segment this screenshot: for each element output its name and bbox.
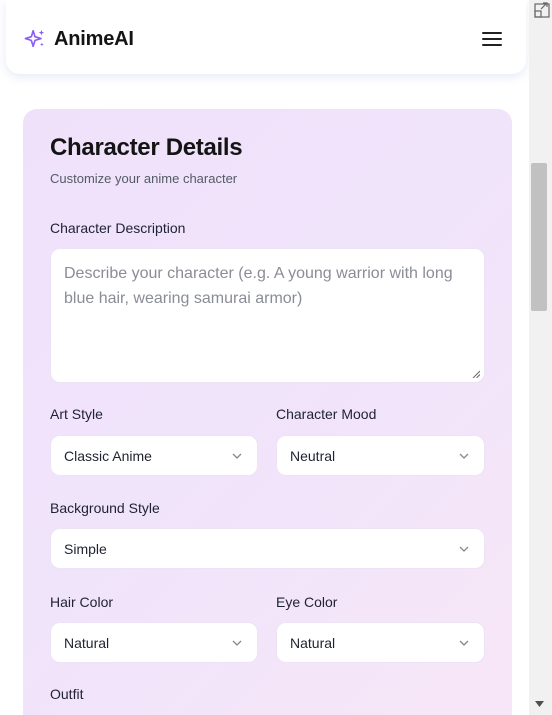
character-mood-select[interactable]: Neutral (276, 435, 485, 476)
eye-color-label: Eye Color (276, 594, 338, 610)
character-description-input[interactable]: Describe your character (e.g. A young wa… (50, 248, 485, 383)
art-style-value: Classic Anime (64, 447, 152, 464)
description-label: Character Description (50, 220, 186, 236)
eye-color-select[interactable]: Natural (276, 622, 485, 663)
expand-icon[interactable] (532, 0, 552, 20)
hair-color-select[interactable]: Natural (50, 622, 258, 663)
top-navbar: AnimeAI (6, 0, 526, 74)
background-style-select[interactable]: Simple (50, 528, 485, 569)
scroll-down-arrow-icon[interactable] (535, 701, 544, 707)
navbar-content: AnimeAI (24, 24, 504, 54)
art-style-select[interactable]: Classic Anime (50, 435, 258, 476)
art-style-label: Art Style (50, 406, 103, 422)
chevron-down-icon (232, 453, 242, 459)
brand-logo[interactable]: AnimeAI (24, 28, 134, 51)
background-style-value: Simple (64, 540, 107, 557)
hair-color-value: Natural (64, 634, 110, 651)
description-placeholder: Describe your character (e.g. A young wa… (64, 265, 453, 307)
brand-name: AnimeAI (54, 27, 134, 50)
page-viewport: AnimeAI Character Details Customize your… (0, 0, 529, 715)
background-style-label: Background Style (50, 500, 160, 516)
chevron-down-icon (459, 546, 469, 552)
character-mood-value: Neutral (290, 447, 336, 464)
sparkles-icon (24, 29, 45, 48)
scrollbar-thumb[interactable] (531, 163, 547, 311)
vertical-scrollbar[interactable] (529, 0, 552, 715)
card-title: Character Details (50, 134, 243, 161)
chevron-down-icon (232, 640, 242, 646)
hamburger-menu-icon (482, 32, 502, 46)
chevron-down-icon (459, 640, 469, 646)
character-details-card: Character Details Customize your anime c… (23, 109, 512, 715)
card-subtitle: Customize your anime character (50, 171, 238, 186)
outfit-label: Outfit (50, 686, 84, 702)
hamburger-menu-button[interactable] (480, 27, 504, 51)
hair-color-label: Hair Color (50, 594, 114, 610)
resize-handle-icon[interactable] (472, 370, 480, 378)
eye-color-value: Natural (290, 634, 336, 651)
character-mood-label: Character Mood (276, 406, 377, 422)
chevron-down-icon (459, 453, 469, 459)
